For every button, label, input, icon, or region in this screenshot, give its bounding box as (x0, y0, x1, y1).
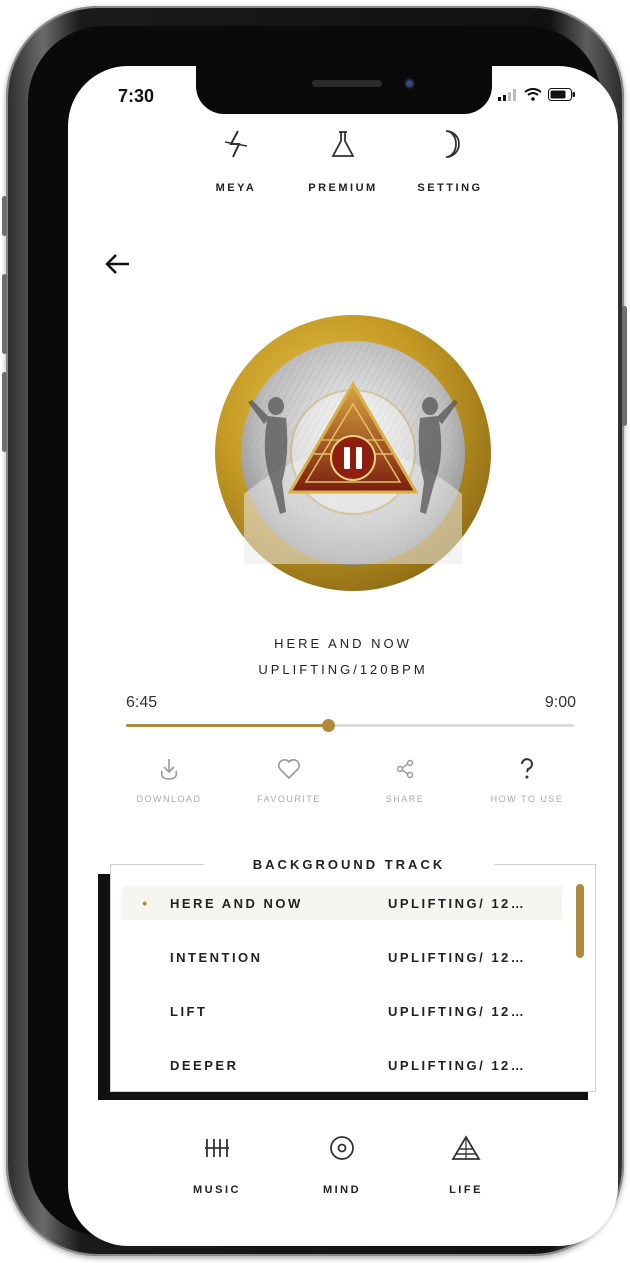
track-subtitle: UPLIFTING/120BPM (258, 662, 428, 677)
time-elapsed: 6:45 (126, 694, 158, 711)
track-row-genre: UPLIFTING/ 12… (388, 1057, 527, 1073)
time-total: 9:00 (544, 694, 576, 711)
status-icons (498, 88, 576, 101)
nav-premium-label: PREMIUM (308, 182, 378, 194)
bottom-nav-mind-label: MIND (322, 1184, 362, 1196)
active-track-bullet: • (142, 895, 150, 911)
heart-icon (278, 759, 300, 780)
phone-bezel: 7:30 MEYA PREMIUM SETTING HERE AND NOW U… (28, 26, 618, 1246)
earpiece-speaker (312, 80, 382, 87)
notch (196, 66, 492, 114)
music-bars-icon (205, 1139, 229, 1157)
share-icon (396, 759, 414, 779)
track-row-lift[interactable]: LIFT UPLIFTING/ 12… (122, 994, 562, 1028)
background-track-header: BACKGROUND TRACK (204, 854, 494, 876)
track-title: HERE AND NOW (274, 636, 412, 651)
bottom-nav-music[interactable]: MUSIC (162, 1132, 272, 1196)
track-row-intention[interactable]: INTENTION UPLIFTING/ 12… (122, 940, 562, 974)
share-label: SHARE (385, 794, 425, 804)
status-time: 7:30 (118, 86, 155, 106)
bottom-nav-mind[interactable]: MIND (287, 1132, 397, 1196)
front-camera (404, 78, 415, 89)
album-artwork[interactable] (214, 314, 492, 592)
how-to-use-label: HOW TO USE (490, 794, 564, 804)
nav-setting[interactable]: SETTING (395, 128, 505, 194)
track-row-genre: UPLIFTING/ 12… (388, 949, 527, 965)
question-icon (521, 758, 533, 779)
target-circle-icon (330, 1136, 354, 1160)
track-row-name: DEEPER (170, 1057, 239, 1073)
back-arrow-icon[interactable] (104, 250, 132, 278)
battery-icon (548, 88, 575, 101)
track-list-scrollbar[interactable] (576, 884, 584, 958)
wifi-icon (524, 88, 542, 101)
bottom-nav-life[interactable]: LIFE (411, 1132, 521, 1196)
nav-meya-label: MEYA (215, 182, 257, 194)
track-row-genre: UPLIFTING/ 12… (388, 895, 527, 911)
power-button (622, 306, 627, 426)
volume-down-button (2, 372, 7, 452)
lightning-slash-icon (224, 130, 248, 158)
crescent-moon-icon (445, 130, 460, 158)
nav-setting-label: SETTING (417, 182, 483, 194)
track-row-name: INTENTION (170, 949, 263, 965)
track-row-here-and-now[interactable]: • HERE AND NOW UPLIFTING/ 12… (122, 886, 562, 920)
favourite-button[interactable]: FAVOURITE (234, 756, 344, 804)
app-screen: 7:30 MEYA PREMIUM SETTING HERE AND NOW U… (68, 66, 618, 1246)
action-row: DOWNLOAD FAVOURITE SHARE HOW TO USE (116, 756, 586, 826)
nav-premium[interactable]: PREMIUM (288, 128, 398, 194)
download-label: DOWNLOAD (136, 794, 202, 804)
volume-up-button (2, 274, 7, 354)
bottom-nav-life-label: LIFE (449, 1184, 483, 1196)
triangle-eye-icon (451, 1135, 481, 1160)
track-row-genre: UPLIFTING/ 12… (388, 1003, 527, 1019)
progress-fill (126, 724, 328, 727)
share-button[interactable]: SHARE (350, 756, 460, 804)
mute-switch (2, 196, 7, 236)
flask-icon (331, 131, 355, 157)
favourite-label: FAVOURITE (257, 794, 321, 804)
progress-knob[interactable] (321, 719, 335, 732)
cellular-signal-icon (498, 88, 516, 101)
bottom-nav-music-label: MUSIC (193, 1184, 241, 1196)
track-row-deeper[interactable]: DEEPER UPLIFTING/ 12… (122, 1048, 562, 1082)
progress-track[interactable] (126, 719, 574, 732)
download-icon (160, 759, 178, 780)
track-row-name: HERE AND NOW (170, 895, 303, 911)
phone-frame: 7:30 MEYA PREMIUM SETTING HERE AND NOW U… (2, 6, 627, 1256)
how-to-use-button[interactable]: HOW TO USE (472, 756, 582, 804)
download-button[interactable]: DOWNLOAD (114, 756, 224, 804)
nav-meya[interactable]: MEYA (181, 128, 291, 194)
track-row-name: LIFT (170, 1003, 208, 1019)
